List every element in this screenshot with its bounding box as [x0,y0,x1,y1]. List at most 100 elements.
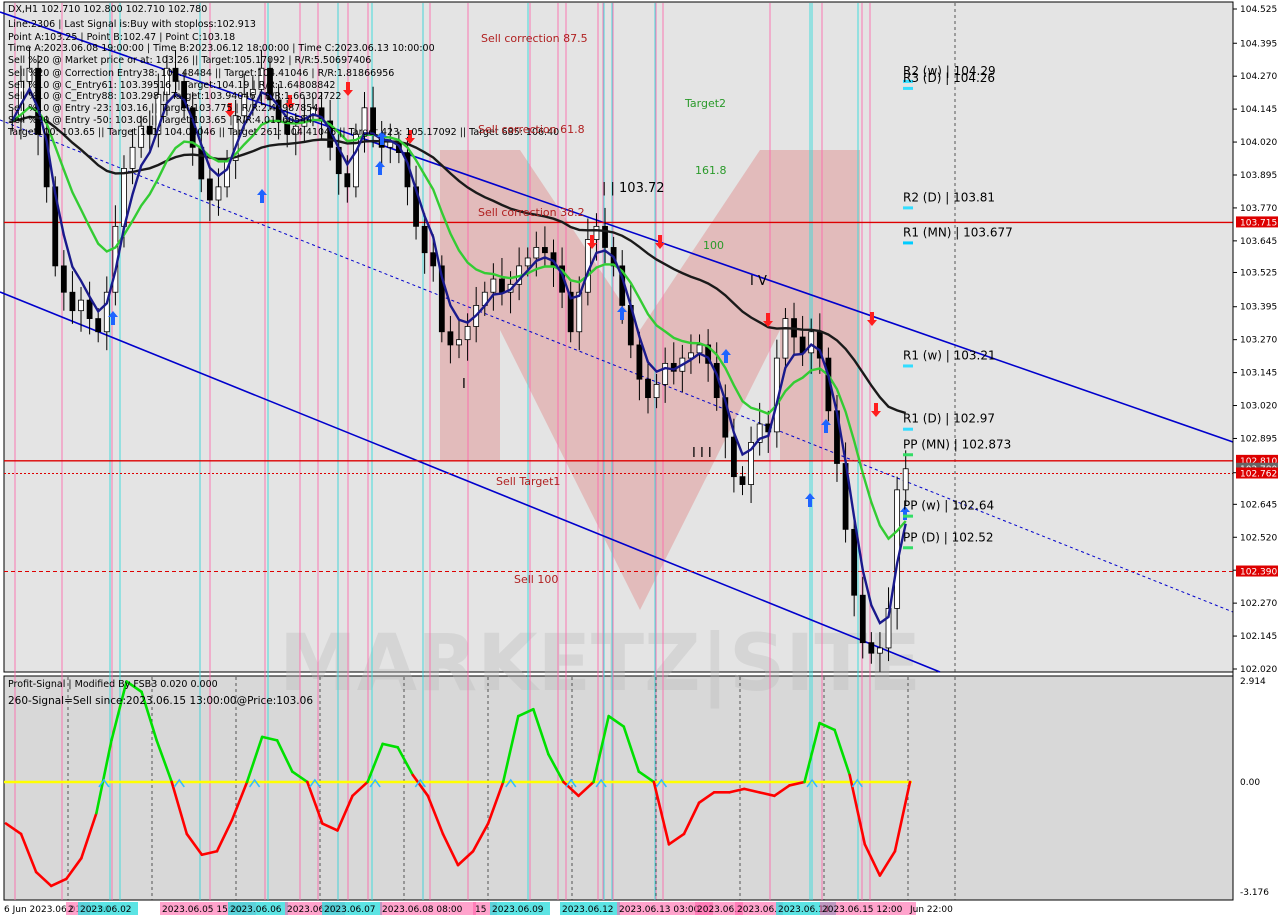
candle-body [902,468,909,491]
annotation-wave-i: I [462,377,466,392]
header-line-6: Sell %20 @ Correction Entry38: 103.48484… [8,68,394,79]
pivot-label: R1 (D) | 102.97 [903,412,995,426]
pivot-label: R1 (MN) | 103.677 [903,225,1013,239]
header-line-8: Sell %10 @ C_Entry88: 103.298 || Target:… [8,91,341,102]
indicator-header-line-1: Profit-Signal | Modified By FSB3 0.020 0… [8,679,218,690]
price-tick-label: 104.395 [1240,39,1277,49]
time-label: 2023.06.09 [492,905,544,915]
price-tick-label: 103.895 [1240,171,1277,181]
time-label: 2023.06.12 [562,905,614,915]
price-tick-label: 102.895 [1240,434,1277,444]
pivot-marker [903,364,913,368]
candle-body [533,247,540,259]
candle-body [851,528,858,596]
price-tick-label: 102.270 [1240,599,1277,609]
pivot-marker [903,546,913,550]
chart-canvas: MARKETZ|SITE R2 (w) | 104.29R3 (D) | 104… [0,0,1280,920]
candle-body [696,344,703,354]
header-line-4: Time A:2023.06.08 19:00:00 | Time B:2023… [7,43,435,54]
price-tick-label: 104.270 [1240,72,1277,82]
indicator-tick-label: 0.00 [1240,778,1260,788]
pivot-marker [903,206,913,210]
price-tag-label: 102.762 [1240,470,1277,480]
indicator-panel[interactable] [3,675,1234,901]
candle-body [808,331,815,354]
candle-body [464,326,471,341]
header-line-5: Sell %20 @ Market price or at: 103.26 ||… [8,55,371,66]
candle-body [636,344,643,380]
candle-body [877,647,883,654]
price-tick-label: 104.020 [1240,138,1277,148]
candle-body [593,225,600,240]
candle-body [662,362,669,385]
annotation-sell-target1: Sell Target1 [496,475,560,488]
header-line-11: Target100: 103.65 || Target 161: 104.040… [7,127,559,138]
candle-body [730,436,737,478]
candle-body [95,318,102,333]
candle-body [344,173,351,188]
candle-body [499,278,505,293]
header-line-2: Line:2306 | Last Signal is:Buy with stop… [8,19,256,30]
candle-body [78,299,84,312]
pivot-label: R2 (D) | 103.81 [903,190,995,204]
candle-body [421,225,428,254]
pivot-label: PP (D) | 102.52 [903,530,994,544]
price-tick-label: 103.145 [1240,369,1277,379]
candle-body [206,178,213,201]
annotation-sell-correction-382: Sell correction 38.2 [478,206,585,219]
time-label: 2023.06.07 [324,905,376,915]
time-label: 2023.06.15 12:00 [822,905,903,915]
price-tick-label: 104.145 [1240,105,1277,115]
time-label: 2023.06.06 [230,905,282,915]
time-label: 2 [68,905,74,915]
price-tag-label: 102.390 [1240,568,1277,578]
annotation-sell-correction-875: Sell correction 87.5 [481,32,588,45]
annotation-level-10372: | | 103.72 [602,181,665,196]
annotation-target2: Target2 [684,97,726,110]
candle-body [576,291,583,333]
candle-body [215,186,222,201]
pivot-label: PP (w) | 102.64 [903,499,994,513]
watermark-text: MARKETZ|SITE [279,619,921,709]
time-label: Jun 22:00 [909,905,953,915]
header-line-10: Sell %20 @ Entry -50: 103.06 || Target:1… [8,115,312,126]
header-line-1: DX,H1 102.710 102.800 102.710 102.780 [8,4,207,15]
header-line-3: Point A:103.25 | Point B:102.47 | Point … [8,32,235,43]
candle-body [653,384,660,399]
candle-body [430,252,437,267]
price-tick-label: 104.525 [1240,5,1277,15]
candle-body [602,225,608,248]
annotation-wave-iv: I V [750,274,767,289]
pivot-label: R1 (w) | 103.21 [903,348,996,362]
price-tick-label: 103.770 [1240,204,1277,214]
price-tick-label: 102.145 [1240,632,1277,642]
candle-body [894,489,901,609]
pivot-marker [903,86,913,90]
candle-body [782,318,789,359]
price-tick-label: 102.645 [1240,500,1277,510]
candle-body [456,339,462,346]
time-label: 2023.06. [737,905,777,915]
time-label: 2023.06.08 08:00 [382,905,463,915]
price-tick-label: 103.525 [1240,268,1277,278]
candle-body [129,146,136,169]
price-tick-label: 102.020 [1240,665,1277,675]
time-axis: 6 Jun 2023.06.01 11:002 2023.06.02 2023.06… [0,901,1233,920]
candle-body [60,265,67,293]
price-tick-label: 103.645 [1240,237,1277,247]
candle-body [447,331,454,346]
price-tick-label: 102.520 [1240,533,1277,543]
price-tick-label: 103.020 [1240,402,1277,412]
annotation-fib-1618: 161.8 [695,164,727,177]
price-tag-label: 103.715 [1240,218,1277,228]
candle-body [542,247,548,254]
pivot-marker [903,453,913,457]
time-label: 15 [475,905,486,915]
annotation-fib-100: 100 [703,239,724,252]
candle-body [739,476,746,485]
annotation-wave-iii: I I I [692,446,712,461]
time-label: 2023.06. [697,905,737,915]
candle-body [645,378,651,399]
time-label: 2023.06.13 03:00 [619,905,700,915]
header-line-9: Sell %10 @ Entry -23: 103.16 || Target:1… [8,103,318,114]
